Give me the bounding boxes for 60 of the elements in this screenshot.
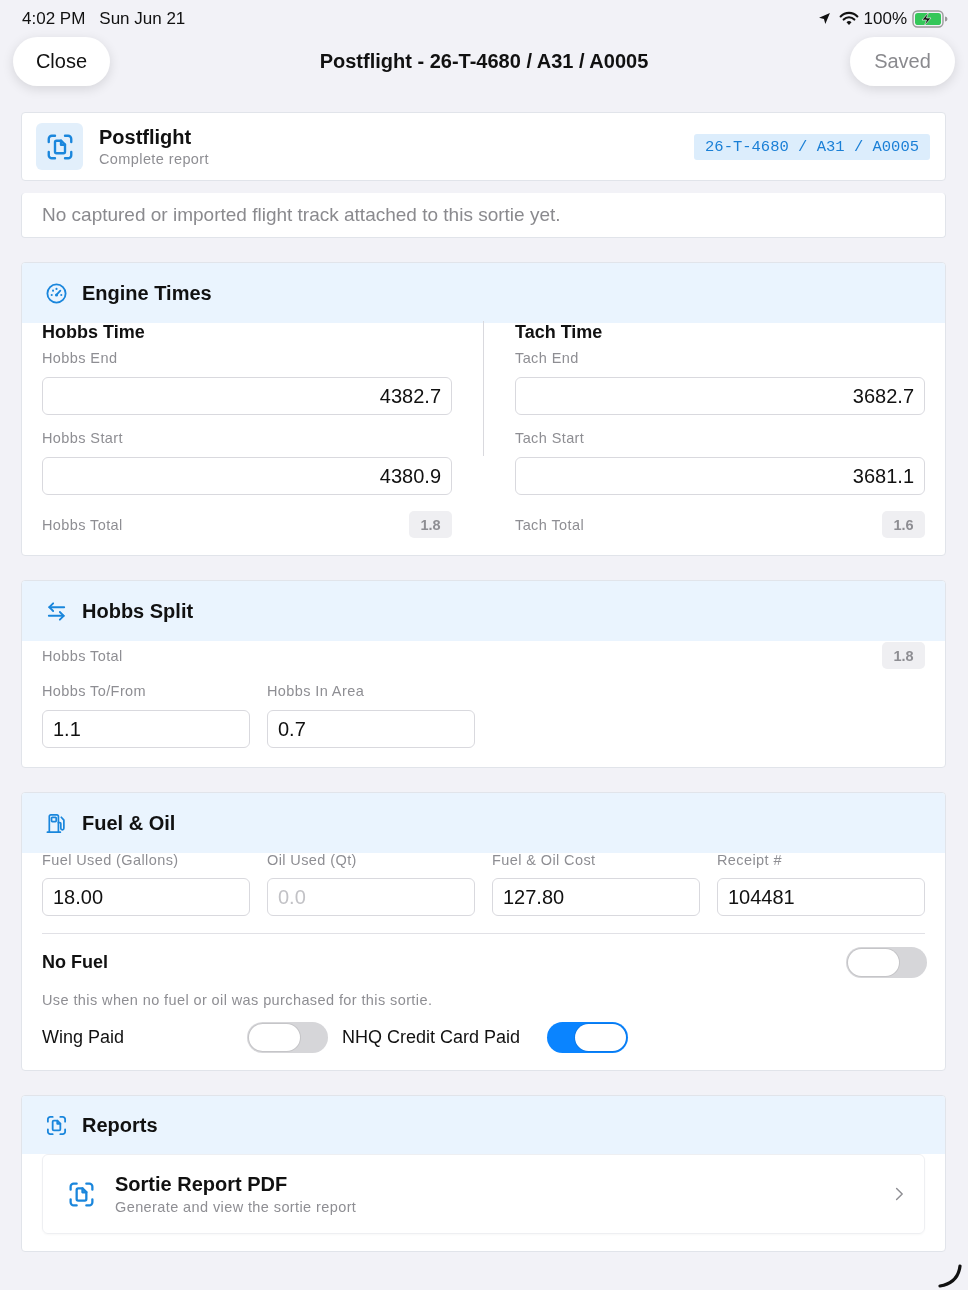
section-title: Reports (82, 1113, 158, 1137)
total-label: Hobbs Total (42, 646, 123, 665)
field-label: Hobbs In Area (267, 682, 366, 700)
field-label: Fuel & Oil Cost (492, 851, 597, 869)
toggle-switch[interactable] (846, 947, 927, 978)
input-field[interactable]: 1.1 (42, 710, 250, 748)
input-field[interactable]: 127.80 (492, 878, 700, 916)
battery-percent: 100% (863, 8, 907, 29)
field-label: Oil Used (Qt) (267, 851, 358, 869)
total-value: 1.8 (409, 511, 452, 538)
column-title: Hobbs Time (42, 323, 146, 341)
wifi-icon (838, 11, 859, 26)
total-label: Tach Total (515, 515, 585, 534)
report-row[interactable]: Sortie Report PDF Generate and view the sortie report (42, 1154, 925, 1234)
input-field[interactable]: 4380.9 (42, 457, 452, 495)
status-date: Sun Jun 21 (99, 8, 186, 29)
input-field[interactable]: 3681.1 (515, 457, 925, 495)
report-subtitle: Generate and view the sortie report (115, 1198, 357, 1216)
input-field[interactable]: 3682.7 (515, 377, 925, 415)
header-subtitle: Complete report (99, 150, 209, 168)
toggle-label: No Fuel (42, 952, 108, 973)
swap-arrows-icon (45, 599, 68, 623)
close-button[interactable]: Close (13, 37, 110, 86)
section-title: Fuel & Oil (82, 811, 176, 835)
document-scan-icon (36, 123, 83, 170)
track-note-text: No captured or imported flight track attached to this sortie yet. (42, 204, 561, 226)
sortie-id-badge: 26-T-4680 / A31 / A0005 (694, 133, 930, 160)
document-scan-icon (45, 1113, 68, 1137)
input-field[interactable]: 0.7 (267, 710, 475, 748)
field-label: Tach Start (515, 429, 586, 447)
field-label: Hobbs Start (42, 429, 124, 447)
toggle-switch[interactable] (547, 1022, 628, 1053)
resize-handle-icon[interactable] (937, 1264, 963, 1288)
fuel-pump-icon (45, 811, 68, 835)
field-label: Hobbs End (42, 349, 119, 367)
input-field[interactable]: 4382.7 (42, 377, 452, 415)
field-label: Hobbs To/From (42, 682, 148, 700)
location-arrow-icon (817, 12, 831, 25)
header-title: Postflight (99, 125, 193, 149)
toggle-label: NHQ Credit Card Paid (342, 1027, 522, 1048)
total-value: 1.8 (882, 642, 925, 669)
chevron-right-icon (894, 1186, 904, 1202)
toggle-label: Wing Paid (42, 1027, 126, 1048)
input-field[interactable]: 104481 (717, 878, 925, 916)
total-label: Hobbs Total (42, 515, 123, 534)
help-text: Use this when no fuel or oil was purchased for this sortie. (42, 991, 434, 1009)
section-title: Hobbs Split (82, 599, 194, 623)
input-field[interactable]: 18.00 (42, 878, 250, 916)
document-scan-icon (67, 1179, 96, 1209)
field-label: Receipt # (717, 851, 783, 869)
report-title: Sortie Report PDF (115, 1172, 289, 1196)
field-label: Fuel Used (Gallons) (42, 851, 180, 869)
toggle-switch[interactable] (247, 1022, 328, 1053)
gauge-icon (45, 281, 68, 305)
total-value: 1.6 (882, 511, 925, 538)
section-title: Engine Times (82, 281, 212, 305)
column-title: Tach Time (515, 323, 604, 341)
status-time: 4:02 PM (22, 8, 86, 29)
screen-title: Postflight - 26-T-4680 / A31 / A0005 (319, 50, 649, 73)
field-label: Tach End (515, 349, 580, 367)
